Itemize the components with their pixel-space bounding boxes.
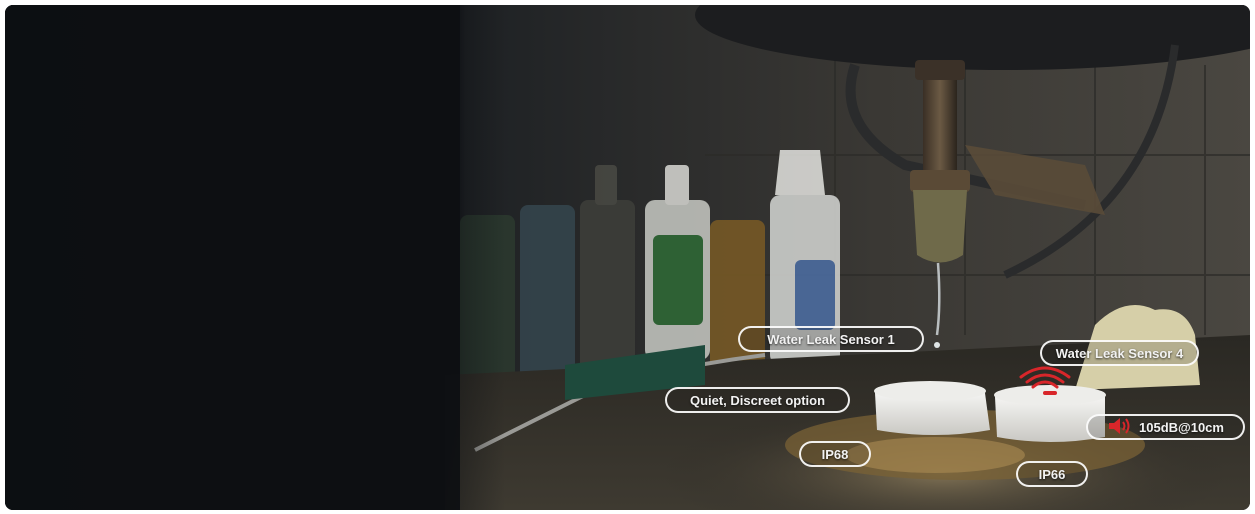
sensor-1-label: Water Leak Sensor 1	[738, 326, 924, 352]
ip66-badge: IP66	[1016, 461, 1088, 487]
ip68-badge: IP68	[799, 441, 871, 467]
sensor-4-label-text: Water Leak Sensor 4	[1055, 345, 1184, 361]
hero-banner: Water Leak Sensor 1 Water Leak Sensor 4 …	[5, 5, 1250, 510]
ip66-badge-text: IP66	[1038, 466, 1066, 482]
quiet-option-label: Quiet, Discreet option	[665, 387, 850, 413]
ip68-badge-text: IP68	[821, 446, 849, 462]
sensor-1-label-text: Water Leak Sensor 1	[767, 331, 895, 347]
speaker-icon	[1107, 417, 1133, 438]
under-sink-scene	[5, 5, 1250, 510]
volume-badge-text: 105dB@10cm	[1139, 419, 1224, 435]
volume-badge: 105dB@10cm	[1086, 414, 1245, 440]
sensor-4-label: Water Leak Sensor 4	[1040, 340, 1199, 366]
quiet-option-label-text: Quiet, Discreet option	[689, 392, 826, 408]
sensor-1-device	[874, 381, 990, 435]
